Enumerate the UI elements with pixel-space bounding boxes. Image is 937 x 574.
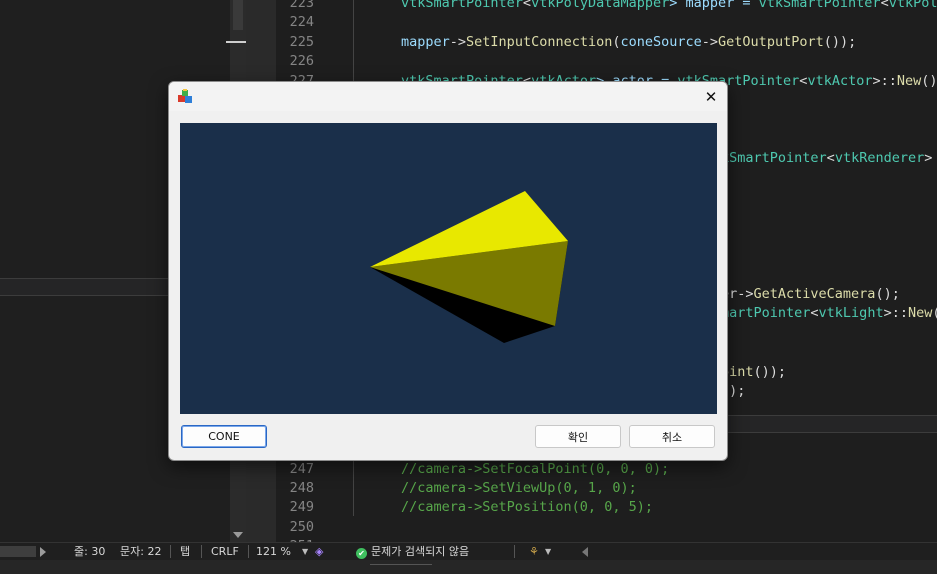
code-text: mapper->SetInputConnection(coneSource->G… bbox=[401, 33, 857, 50]
app-icon bbox=[178, 89, 192, 103]
scroll-left-arrow-icon[interactable] bbox=[582, 547, 588, 557]
bottom-panel-tabs bbox=[0, 560, 937, 574]
status-separator bbox=[248, 545, 249, 558]
column-indicator[interactable]: 문자: 22 bbox=[120, 543, 161, 560]
code-line[interactable]: 248 //camera->SetViewUp(0, 1, 0); bbox=[276, 479, 937, 498]
cancel-button[interactable]: 취소 bbox=[629, 425, 715, 448]
line-number: 224 bbox=[289, 14, 314, 31]
indent-indicator[interactable]: 탭 bbox=[180, 543, 190, 560]
cleanup-dropdown-icon[interactable]: ▼ bbox=[545, 543, 551, 560]
code-line[interactable]: 250 bbox=[276, 518, 937, 537]
code-text: er->GetActiveCamera(); bbox=[721, 286, 900, 302]
code-text: vtkSmartPointer<vtkPolyDataMapper> mappe… bbox=[401, 0, 937, 11]
render-viewport[interactable] bbox=[180, 123, 717, 414]
code-text: //camera->SetFocalPoint(0, 0, 0); bbox=[401, 460, 670, 477]
status-separator bbox=[514, 545, 515, 558]
broom-cleanup-icon[interactable]: ⚘ bbox=[529, 543, 539, 560]
close-button[interactable]: ✕ bbox=[695, 82, 727, 111]
line-number: 225 bbox=[289, 33, 314, 50]
code-text: martPointer<vtkLight>::New( bbox=[721, 305, 937, 322]
status-separator bbox=[170, 545, 171, 558]
ok-button[interactable]: 확인 bbox=[535, 425, 621, 448]
code-line[interactable]: 224 bbox=[276, 13, 937, 32]
panel-tab[interactable] bbox=[370, 564, 432, 574]
line-number: 248 bbox=[289, 480, 314, 496]
editor-splitter[interactable] bbox=[720, 415, 937, 433]
scrollbar-thumb[interactable] bbox=[233, 0, 243, 30]
line-number: 223 bbox=[289, 0, 314, 11]
code-line[interactable]: 223 vtkSmartPointer<vtkPolyDataMapper> ma… bbox=[276, 0, 937, 13]
cone-button[interactable]: CONE bbox=[181, 425, 267, 448]
code-text: //camera->SetPosition(0, 0, 5); bbox=[401, 499, 653, 516]
cone-render bbox=[370, 191, 568, 343]
line-ending-indicator[interactable]: CRLF bbox=[211, 543, 239, 560]
vtk-render-dialog: ✕ CONE 확인 취소 bbox=[168, 81, 728, 461]
copilot-icon[interactable]: ◈ bbox=[315, 543, 323, 560]
status-separator bbox=[201, 545, 202, 558]
issues-indicator[interactable]: ✔ 문제가 검색되지 않음 bbox=[356, 543, 469, 560]
code-line[interactable]: 249 //camera->SetPosition(0, 0, 5); bbox=[276, 498, 937, 517]
line-number: 226 bbox=[289, 53, 314, 70]
scroll-right-arrow-icon[interactable] bbox=[40, 547, 46, 557]
zoom-dropdown-icon[interactable]: ▼ bbox=[302, 543, 308, 560]
code-line[interactable]: 247 //camera->SetFocalPoint(0, 0, 0); bbox=[276, 460, 937, 479]
horizontal-scrollbar[interactable] bbox=[0, 546, 36, 557]
code-line[interactable]: 226 bbox=[276, 52, 937, 71]
line-indicator[interactable]: 줄: 30 bbox=[74, 543, 105, 560]
issues-text: 문제가 검색되지 않음 bbox=[371, 545, 470, 558]
scroll-down-arrow-icon[interactable] bbox=[233, 532, 243, 538]
line-number: 247 bbox=[289, 460, 314, 477]
code-text: //camera->SetViewUp(0, 1, 0); bbox=[401, 480, 637, 496]
scrollbar-position-marker bbox=[226, 41, 248, 43]
status-bar: 줄: 30 문자: 22 탭 CRLF 121 % ▼ ◈ ✔ 문제가 검색되지 … bbox=[0, 542, 937, 560]
dialog-titlebar[interactable]: ✕ bbox=[169, 82, 727, 111]
line-number: 249 bbox=[289, 499, 314, 516]
zoom-level[interactable]: 121 % bbox=[256, 543, 291, 560]
code-text: kSmartPointer<vtkRenderer> bbox=[721, 150, 933, 167]
check-circle-icon: ✔ bbox=[356, 548, 367, 559]
line-number: 250 bbox=[289, 518, 314, 535]
code-text: oint()); bbox=[721, 363, 787, 380]
code-line[interactable]: 225 mapper->SetInputConnection(coneSource… bbox=[276, 33, 937, 52]
